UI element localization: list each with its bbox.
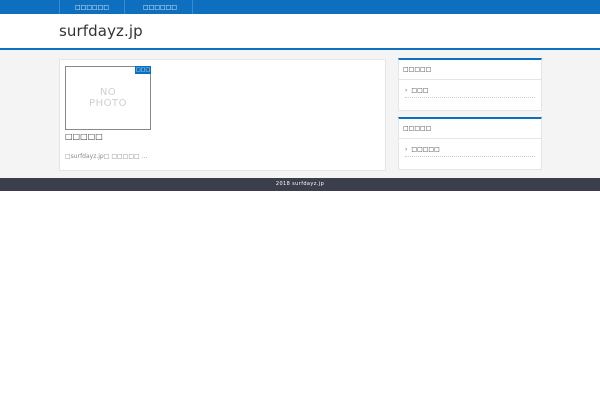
widget-item-label: □□□□□ <box>411 146 440 153</box>
post-thumbnail[interactable]: NO PHOTO □□□ <box>65 66 151 130</box>
post-excerpt: □surfdayz.jp□ □□□□□ … <box>65 153 148 160</box>
post-title-link[interactable]: □□□□□ <box>65 132 103 141</box>
widget-title: □□□□□ <box>399 60 541 80</box>
sidebar-widget-2: □□□□□ › □□□□□ <box>398 117 542 170</box>
sidebar-widget-1: □□□□□ › □□□ <box>398 58 542 111</box>
chevron-right-icon: › <box>405 87 408 94</box>
site-header: surfdayz.jp <box>0 14 600 50</box>
widget-title: □□□□□ <box>399 119 541 139</box>
widget-list-item[interactable]: › □□□□□ <box>405 146 535 157</box>
no-photo-text-line1: NO <box>99 87 117 98</box>
nav-item-2[interactable]: □□□□□□ <box>128 0 193 14</box>
nav-item-1[interactable]: □□□□□□ <box>59 0 125 14</box>
widget-list-item[interactable]: › □□□ <box>405 87 535 98</box>
chevron-right-icon: › <box>405 146 408 153</box>
site-footer: 2018 surfdayz.jp <box>0 178 600 191</box>
footer-copyright: 2018 surfdayz.jp <box>275 181 325 187</box>
post-card: NO PHOTO □□□ □□□□□ □surfdayz.jp□ □□□□□ … <box>59 59 386 171</box>
category-badge[interactable]: □□□ <box>135 66 151 74</box>
site-title-link[interactable]: surfdayz.jp <box>59 22 143 40</box>
widget-item-label: □□□ <box>411 87 429 94</box>
top-navigation: □□□□□□ □□□□□□ <box>0 0 600 14</box>
no-photo-text-line2: PHOTO <box>89 98 127 109</box>
